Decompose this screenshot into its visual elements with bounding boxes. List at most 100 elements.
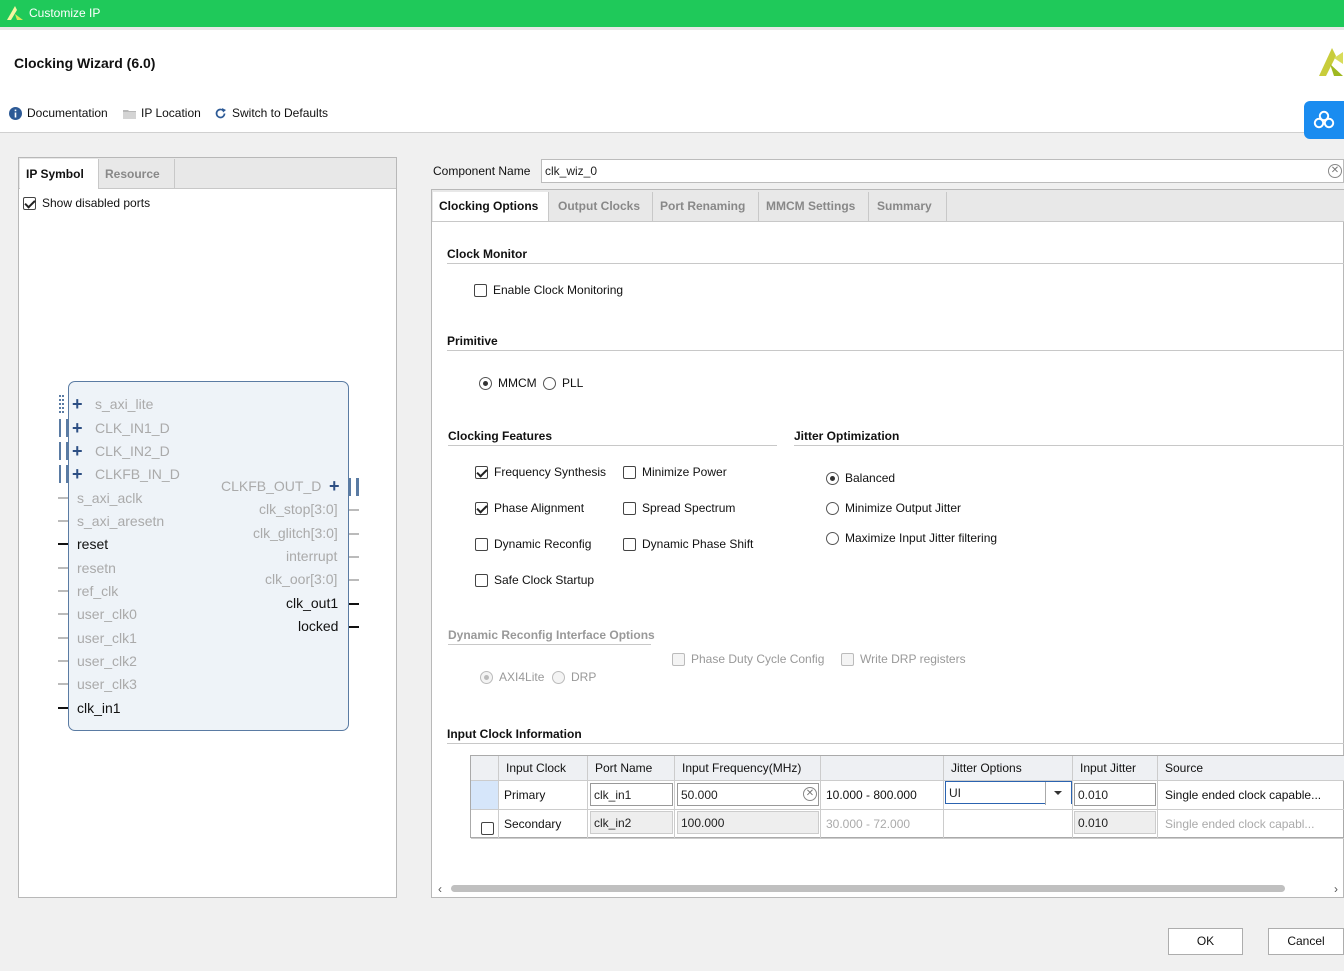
secondary-source-select[interactable]: Single ended clock capabl... xyxy=(1158,810,1344,839)
port-pin xyxy=(349,509,359,511)
phase-alignment-checkbox[interactable]: Phase Alignment xyxy=(475,501,584,515)
vivado-brand-button[interactable] xyxy=(1304,101,1344,139)
axi4lite-radio[interactable]: AXI4Lite xyxy=(480,670,544,684)
tab-mmcm-settings[interactable]: MMCM Settings xyxy=(760,192,869,221)
documentation-button[interactable]: Documentation xyxy=(9,106,108,120)
minimize-power-checkbox[interactable]: Minimize Power xyxy=(623,465,727,479)
secondary-enable-checkbox[interactable] xyxy=(481,822,494,835)
port-s-axi-lite: s_axi_lite xyxy=(95,396,154,412)
checkbox-box[interactable] xyxy=(623,501,636,515)
port-pin xyxy=(349,533,359,535)
checkbox-box[interactable] xyxy=(475,573,488,587)
clear-icon[interactable]: ✕ xyxy=(1328,164,1342,178)
expand-plus-icon[interactable]: + xyxy=(72,395,83,413)
secondary-input-jitter-input[interactable]: 0.010 xyxy=(1074,811,1156,834)
spread-spectrum-checkbox[interactable]: Spread Spectrum xyxy=(623,501,735,515)
safe-clock-startup-checkbox[interactable]: Safe Clock Startup xyxy=(475,573,594,587)
enable-clock-monitoring-checkbox[interactable]: Enable Clock Monitoring xyxy=(474,283,623,297)
primary-input-frequency-input[interactable]: 50.000 xyxy=(677,783,819,806)
primary-input-jitter-input[interactable]: 0.010 xyxy=(1074,783,1156,806)
expand-plus-icon[interactable]: + xyxy=(329,477,340,495)
pll-label: PLL xyxy=(562,376,584,390)
refresh-icon xyxy=(215,107,226,118)
table-header xyxy=(821,756,944,781)
minimize-output-jitter-label: Minimize Output Jitter xyxy=(845,501,962,515)
primitive-mmcm-radio[interactable]: MMCM xyxy=(479,376,537,390)
phase-duty-cycle-label: Phase Duty Cycle Config xyxy=(691,652,825,666)
dynamic-reconfig-checkbox[interactable]: Dynamic Reconfig xyxy=(475,537,591,551)
port-user-clk2: user_clk2 xyxy=(77,653,137,669)
radio-button[interactable] xyxy=(552,670,565,684)
input-clock-table: Input Clock Port Name Input Frequency(MH… xyxy=(470,755,1344,839)
documentation-label: Documentation xyxy=(27,106,108,120)
chevron-right-icon[interactable]: › xyxy=(1334,882,1338,896)
xilinx-logo-icon xyxy=(1319,48,1343,76)
tab-port-renaming[interactable]: Port Renaming xyxy=(654,192,759,221)
dynamic-phase-shift-checkbox[interactable]: Dynamic Phase Shift xyxy=(623,537,753,551)
dynamic-phase-shift-label: Dynamic Phase Shift xyxy=(642,537,754,551)
ok-button[interactable]: OK xyxy=(1168,928,1243,955)
checkbox-box[interactable] xyxy=(841,652,854,666)
spread-spectrum-label: Spread Spectrum xyxy=(642,501,736,515)
frequency-synthesis-checkbox[interactable]: Frequency Synthesis xyxy=(475,465,606,479)
mmcm-label: MMCM xyxy=(498,376,537,390)
checkbox-box[interactable] xyxy=(672,652,685,666)
checkbox-box[interactable] xyxy=(623,537,636,551)
port-pin xyxy=(58,520,68,522)
show-disabled-ports-checkbox[interactable]: Show disabled ports xyxy=(23,196,150,210)
primitive-pll-radio[interactable]: PLL xyxy=(543,376,583,390)
clear-icon[interactable]: ✕ xyxy=(803,787,817,801)
checkbox-box[interactable] xyxy=(623,465,636,479)
table-cell xyxy=(471,810,499,839)
chevron-left-icon[interactable]: ‹ xyxy=(438,882,442,896)
link-nodes-icon xyxy=(1313,110,1335,129)
port-pin xyxy=(58,497,68,499)
checkbox-box[interactable] xyxy=(474,283,487,297)
jitter-balanced-radio[interactable]: Balanced xyxy=(826,471,895,485)
radio-button[interactable] xyxy=(480,670,493,684)
primary-port-name-input[interactable]: clk_in1 xyxy=(590,783,673,806)
checkbox-box[interactable] xyxy=(475,537,488,551)
expand-plus-icon[interactable]: + xyxy=(72,419,83,437)
port-pin xyxy=(349,626,359,628)
port-pin xyxy=(349,556,359,558)
radio-button[interactable] xyxy=(826,501,839,515)
switch-defaults-button[interactable]: Switch to Defaults xyxy=(214,106,328,120)
scrollbar-thumb[interactable] xyxy=(451,885,1285,892)
row-selector[interactable] xyxy=(471,781,499,810)
tab-clocking-options[interactable]: Clocking Options xyxy=(433,192,549,221)
component-name-input[interactable]: clk_wiz_0 xyxy=(541,159,1344,183)
jitter-maximize-input-radio[interactable]: Maximize Input Jitter filtering xyxy=(826,531,997,545)
secondary-jitter-options-select[interactable] xyxy=(944,810,1073,839)
radio-button[interactable] xyxy=(826,471,839,485)
tab-resource[interactable]: Resource xyxy=(99,159,175,189)
port-clk-stop: clk_stop[3:0] xyxy=(259,501,338,517)
checkbox-box[interactable] xyxy=(475,465,488,479)
write-drp-registers-checkbox[interactable]: Write DRP registers xyxy=(841,652,966,666)
phase-duty-cycle-checkbox[interactable]: Phase Duty Cycle Config xyxy=(672,652,824,666)
checkbox-box[interactable] xyxy=(23,196,36,210)
checkbox-box[interactable] xyxy=(475,501,488,515)
secondary-port-name-input[interactable]: clk_in2 xyxy=(590,811,673,834)
secondary-frequency-range: 30.000 - 72.000 xyxy=(821,810,944,839)
expand-plus-icon[interactable]: + xyxy=(72,465,83,483)
radio-button[interactable] xyxy=(479,376,492,390)
expand-plus-icon[interactable]: + xyxy=(72,442,83,460)
tab-output-clocks[interactable]: Output Clocks xyxy=(552,192,653,221)
primary-source-select[interactable]: Single ended clock capable... xyxy=(1158,781,1344,810)
jitter-minimize-output-radio[interactable]: Minimize Output Jitter xyxy=(826,501,961,515)
horizontal-scrollbar[interactable]: ‹ › xyxy=(437,882,1344,896)
dropdown-toggle[interactable] xyxy=(1045,782,1071,805)
ip-location-button[interactable]: IP Location xyxy=(123,106,201,120)
switch-defaults-label: Switch to Defaults xyxy=(232,106,329,120)
page-title: Clocking Wizard (6.0) xyxy=(14,55,156,71)
cancel-button[interactable]: Cancel xyxy=(1268,928,1344,955)
port-pin xyxy=(58,613,68,615)
drp-radio[interactable]: DRP xyxy=(552,670,596,684)
tab-ip-symbol[interactable]: IP Symbol xyxy=(20,159,99,189)
radio-button[interactable] xyxy=(826,531,839,545)
radio-button[interactable] xyxy=(543,376,556,390)
port-clk-out1: clk_out1 xyxy=(286,595,339,611)
tab-summary[interactable]: Summary xyxy=(871,192,947,221)
secondary-input-frequency-input[interactable]: 100.000 xyxy=(677,811,819,834)
